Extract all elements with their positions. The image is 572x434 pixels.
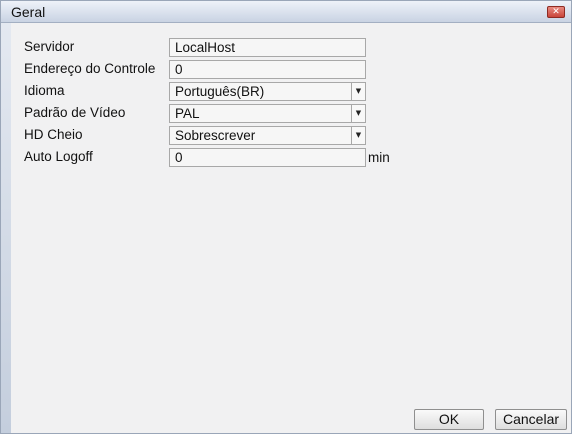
idioma-value: Português(BR) xyxy=(175,84,265,99)
padrao-video-value: PAL xyxy=(175,106,200,121)
window-title: Geral xyxy=(11,4,46,20)
padrao-video-label: Padrão de Vídeo xyxy=(24,105,126,120)
auto-logoff-field[interactable]: 0 xyxy=(169,148,366,167)
endereco-field[interactable]: 0 xyxy=(169,60,366,79)
chevron-down-icon[interactable]: ▼ xyxy=(351,83,365,100)
servidor-label: Servidor xyxy=(24,39,75,54)
hd-cheio-select[interactable]: Sobrescrever ▼ xyxy=(169,126,366,145)
chevron-down-icon[interactable]: ▼ xyxy=(351,127,365,144)
side-strip xyxy=(1,23,11,433)
chevron-down-icon[interactable]: ▼ xyxy=(351,105,365,122)
auto-logoff-unit: min xyxy=(368,150,390,165)
idioma-select[interactable]: Português(BR) ▼ xyxy=(169,82,366,101)
title-bar: Geral ✕ xyxy=(1,1,571,23)
servidor-field[interactable]: LocalHost xyxy=(169,38,366,57)
idioma-label: Idioma xyxy=(24,83,65,98)
hd-cheio-value: Sobrescrever xyxy=(175,128,256,143)
close-icon[interactable]: ✕ xyxy=(547,6,565,18)
cancel-button[interactable]: Cancelar xyxy=(495,409,567,430)
endereco-label: Endereço do Controle xyxy=(24,61,156,76)
hd-cheio-label: HD Cheio xyxy=(24,127,83,142)
ok-button[interactable]: OK xyxy=(414,409,484,430)
settings-window: Geral ✕ Servidor LocalHost Endereço do C… xyxy=(0,0,572,434)
auto-logoff-label: Auto Logoff xyxy=(24,149,93,164)
padrao-video-select[interactable]: PAL ▼ xyxy=(169,104,366,123)
